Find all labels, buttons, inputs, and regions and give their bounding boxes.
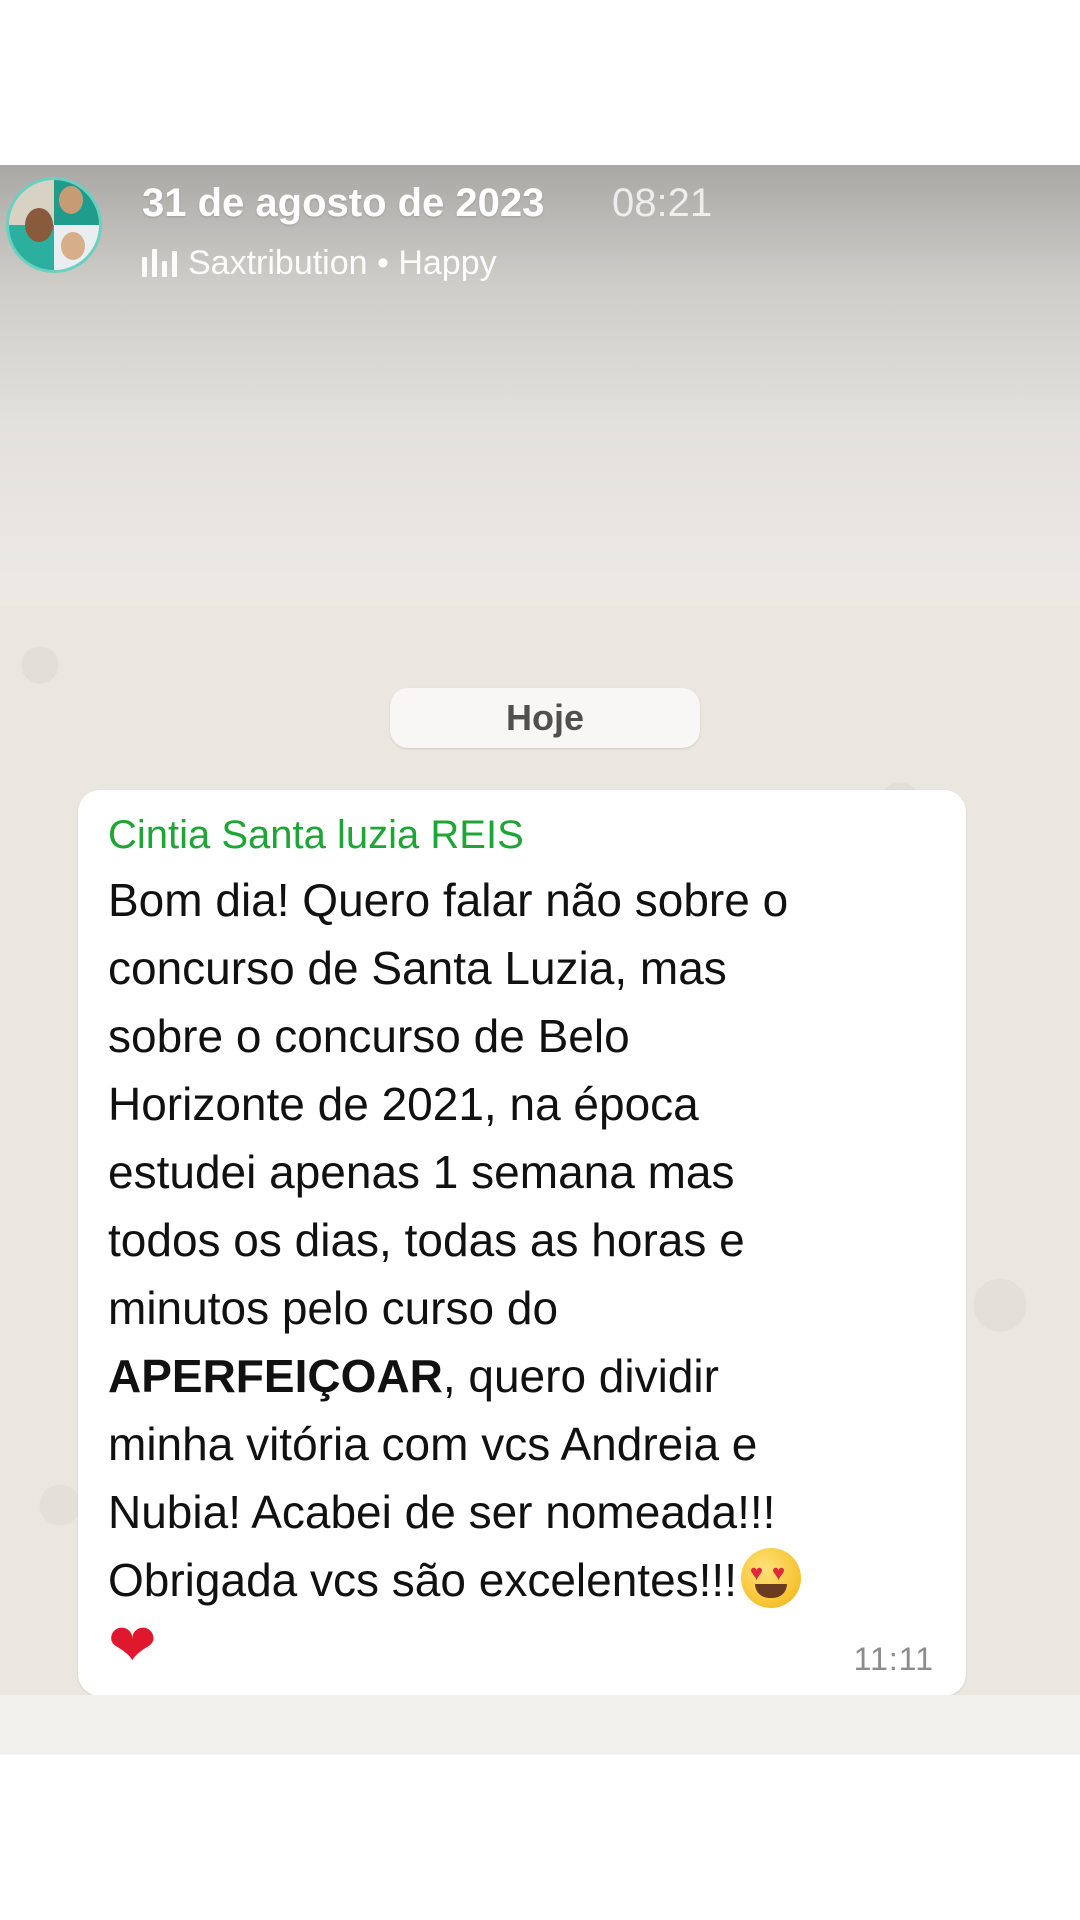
message-line: Nubia! Acabei de ser nomeada!!! bbox=[108, 1486, 776, 1538]
message-line: Obrigada vcs são excelentes!!! ♥ ♥ bbox=[108, 1546, 936, 1614]
sender-name: Cintia Santa luzia REIS bbox=[108, 813, 524, 857]
message-line: Horizonte de 2021, na época bbox=[108, 1078, 699, 1130]
message-line: APERFEIÇOAR, quero dividir bbox=[108, 1342, 936, 1410]
heart-eye-icon: ♥ bbox=[772, 1560, 786, 1585]
story-header: 31 de agosto de 2023 08:21 Saxtribution … bbox=[0, 165, 1080, 295]
avatar[interactable] bbox=[6, 177, 102, 273]
post-date: 31 de agosto de 2023 bbox=[142, 181, 545, 225]
bottom-band bbox=[0, 1695, 1080, 1755]
music-bars-icon bbox=[142, 249, 178, 277]
music-label[interactable]: Saxtribution • Happy bbox=[142, 243, 497, 283]
message-timestamp: 11:11 bbox=[853, 1641, 934, 1677]
date-divider: Hoje bbox=[390, 688, 700, 748]
message-line: minha vitória com vcs Andreia e bbox=[108, 1418, 758, 1470]
heart-eye-icon: ♥ bbox=[750, 1560, 764, 1585]
message-bubble[interactable]: Cintia Santa luzia REIS Bom dia! Quero f… bbox=[78, 790, 966, 1696]
message-line: sobre o concurso de Belo bbox=[108, 1010, 630, 1062]
music-title: Saxtribution • Happy bbox=[188, 243, 497, 282]
message-line: Bom dia! Quero falar não sobre o bbox=[108, 874, 789, 926]
post-time: 08:21 bbox=[612, 181, 713, 225]
message-fragment: Obrigada vcs são excelentes!!! bbox=[108, 1554, 737, 1606]
bold-course-name: APERFEIÇOAR bbox=[108, 1350, 443, 1402]
emoji-mouth bbox=[755, 1584, 787, 1598]
avatar-photo-person bbox=[61, 232, 85, 260]
avatar-photo-person bbox=[25, 208, 53, 242]
message-fragment: , quero dividir bbox=[442, 1350, 719, 1402]
heart-eyes-emoji-icon: ♥ ♥ bbox=[741, 1548, 801, 1608]
page: 31 de agosto de 2023 08:21 Saxtribution … bbox=[0, 0, 1080, 1920]
message-line: todos os dias, todas as horas e bbox=[108, 1214, 745, 1266]
message-line: concurso de Santa Luzia, mas bbox=[108, 942, 727, 994]
message-line: minutos pelo curso do bbox=[108, 1282, 559, 1334]
red-heart-icon: ❤ bbox=[108, 1613, 157, 1678]
message-line: estudei apenas 1 semana mas bbox=[108, 1146, 735, 1198]
avatar-photo-person bbox=[59, 186, 83, 214]
message-text: Bom dia! Quero falar não sobre o concurs… bbox=[108, 866, 936, 1683]
